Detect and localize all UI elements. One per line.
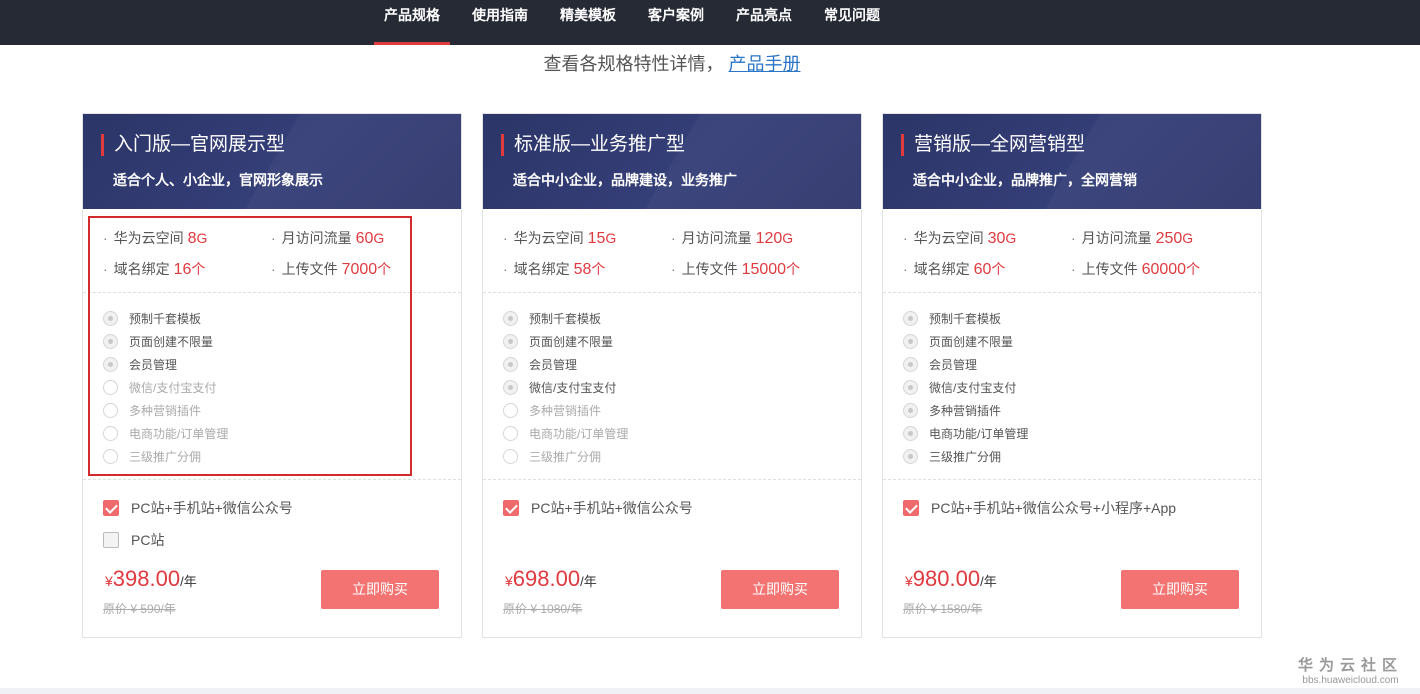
radio-icon	[903, 311, 918, 326]
option-full-package[interactable]: PC站+手机站+微信公众号	[503, 498, 693, 518]
option-full-package[interactable]: PC站+手机站+微信公众号	[103, 498, 293, 518]
feature-item: 多种营销插件	[503, 399, 628, 422]
checkbox-checked-icon[interactable]	[503, 500, 519, 516]
divider	[883, 292, 1261, 293]
plan-card-marketing: 营销版—全网营销型 适合中小企业，品牌推广，全网营销 · 华为云空间 30G · 月…	[882, 113, 1262, 638]
plan-card-standard: 标准版—业务推广型 适合中小企业，品牌建设，业务推广 · 华为云空间 15G · 月…	[482, 113, 862, 638]
spec-uploads: · 上传文件 60000个	[1071, 261, 1201, 278]
feature-item: 页面创建不限量	[503, 330, 628, 353]
spec-uploads: · 上传文件 15000个	[671, 261, 801, 278]
feature-item: 三级推广分佣	[503, 445, 628, 468]
feature-item: 预制千套模板	[503, 307, 628, 330]
subtitle-text: 查看各规格特性详情，	[543, 54, 724, 74]
watermark-title: 华为云社区	[1298, 657, 1404, 674]
plan-specs: · 华为云空间 15G · 月访问流量 120G · 域名绑定 58个 · 上传文件 1…	[483, 224, 863, 294]
tab-faq[interactable]: 常见问题	[814, 0, 890, 45]
radio-icon	[503, 449, 518, 464]
feature-item: 预制千套模板	[903, 307, 1028, 330]
divider	[883, 479, 1261, 480]
top-nav-bar: 产品规格 使用指南 精美模板 客户案例 产品亮点 常见问题	[0, 0, 1420, 45]
annotation-highlight-box	[88, 216, 412, 476]
plan-header: 营销版—全网营销型 适合中小企业，品牌推广，全网营销	[883, 114, 1261, 209]
checkbox-icon[interactable]	[103, 532, 119, 548]
radio-icon	[503, 426, 518, 441]
plan-price: ¥980.00/年	[905, 566, 997, 591]
plan-description: 适合个人、小企业，官网形象展示	[113, 172, 323, 188]
tab-templates[interactable]: 精美模板	[550, 0, 626, 45]
checkbox-checked-icon[interactable]	[903, 500, 919, 516]
original-price: 原价 ¥ 1580/年	[903, 602, 983, 616]
feature-item: 电商功能/订单管理	[503, 422, 628, 445]
feature-item: 电商功能/订单管理	[903, 422, 1028, 445]
original-price: 原价 ¥ 1080/年	[503, 602, 583, 616]
page-bottom-bar	[0, 688, 1420, 694]
feature-item: 会员管理	[903, 353, 1028, 376]
buy-now-button[interactable]: 立即购买	[321, 570, 439, 609]
spec-domains: · 域名绑定 60个	[903, 261, 1006, 278]
plan-header: 标准版—业务推广型 适合中小企业，品牌建设，业务推广	[483, 114, 861, 209]
feature-item: 会员管理	[503, 353, 628, 376]
feature-item: 三级推广分佣	[903, 445, 1028, 468]
buy-now-button[interactable]: 立即购买	[721, 570, 839, 609]
divider	[483, 479, 861, 480]
divider	[483, 292, 861, 293]
radio-icon	[903, 449, 918, 464]
radio-icon	[503, 311, 518, 326]
checkbox-checked-icon[interactable]	[103, 500, 119, 516]
plan-name: 入门版—官网展示型	[101, 134, 285, 156]
radio-icon	[903, 426, 918, 441]
buy-now-button[interactable]: 立即购买	[1121, 570, 1239, 609]
spec-storage: · 华为云空间 15G	[503, 230, 617, 247]
tab-user-guide[interactable]: 使用指南	[462, 0, 538, 45]
radio-icon	[903, 403, 918, 418]
feature-item: 微信/支付宝支付	[903, 376, 1028, 399]
option-full-package[interactable]: PC站+手机站+微信公众号+小程序+App	[903, 498, 1176, 518]
radio-icon	[903, 334, 918, 349]
spec-traffic: · 月访问流量 250G	[1071, 230, 1194, 247]
plan-price: ¥398.00/年	[105, 566, 197, 591]
radio-icon	[503, 334, 518, 349]
plan-name: 营销版—全网营销型	[901, 134, 1085, 156]
feature-item: 多种营销插件	[903, 399, 1028, 422]
plan-name: 标准版—业务推广型	[501, 134, 685, 156]
tab-customer-cases[interactable]: 客户案例	[638, 0, 714, 45]
feature-list: 预制千套模板 页面创建不限量 会员管理 微信/支付宝支付 多种营销插件 电商功能…	[903, 307, 1028, 468]
spec-storage: · 华为云空间 30G	[903, 230, 1017, 247]
radio-icon	[903, 380, 918, 395]
radio-icon	[503, 357, 518, 372]
original-price: 原价 ¥ 590/年	[103, 602, 176, 616]
plan-description: 适合中小企业，品牌推广，全网营销	[913, 172, 1137, 188]
radio-icon	[903, 357, 918, 372]
spec-domains: · 域名绑定 58个	[503, 261, 606, 278]
plan-header: 入门版—官网展示型 适合个人、小企业，官网形象展示	[83, 114, 461, 209]
spec-subtitle: 查看各规格特性详情， 产品手册	[0, 50, 1344, 76]
divider	[83, 479, 461, 480]
tab-highlights[interactable]: 产品亮点	[726, 0, 802, 45]
radio-icon	[503, 380, 518, 395]
feature-item: 页面创建不限量	[903, 330, 1028, 353]
plan-price: ¥698.00/年	[505, 566, 597, 591]
radio-icon	[503, 403, 518, 418]
spec-traffic: · 月访问流量 120G	[671, 230, 794, 247]
watermark-url: bbs.huaweicloud.com	[1302, 675, 1399, 686]
product-manual-link[interactable]: 产品手册	[729, 54, 801, 74]
plan-specs: · 华为云空间 30G · 月访问流量 250G · 域名绑定 60个 · 上传文件 6…	[883, 224, 1263, 294]
watermark: 华为云社区 bbs.huaweicloud.com	[1298, 654, 1403, 686]
feature-list: 预制千套模板 页面创建不限量 会员管理 微信/支付宝支付 多种营销插件 电商功能…	[503, 307, 628, 468]
option-pc-only[interactable]: PC站	[103, 530, 164, 550]
tab-product-specs[interactable]: 产品规格	[374, 0, 450, 45]
feature-item: 微信/支付宝支付	[503, 376, 628, 399]
plan-description: 适合中小企业，品牌建设，业务推广	[513, 172, 737, 188]
